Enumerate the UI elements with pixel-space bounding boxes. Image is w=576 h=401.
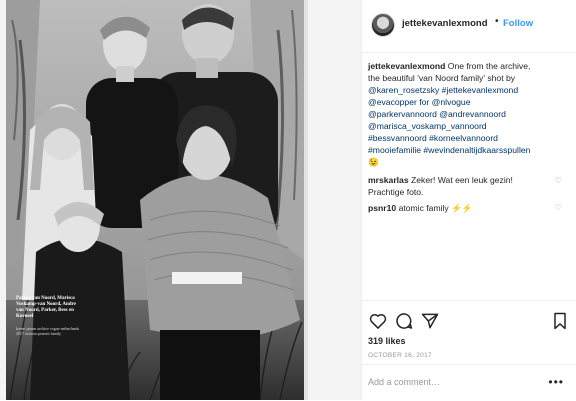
- comment-like-heart-icon[interactable]: ♡: [555, 203, 562, 212]
- author-avatar[interactable]: [371, 13, 395, 37]
- comment-text: Zeker! Wat een leuk gezin!: [408, 175, 513, 185]
- magazine-print-smalltext: lorem ipsum archive vogue netherlands 20…: [16, 326, 80, 336]
- comment-like-heart-icon[interactable]: ♡: [555, 176, 562, 185]
- comment-icon[interactable]: [394, 311, 414, 331]
- comments-list: jettekevanlexmond One from the archive, …: [362, 52, 576, 300]
- more-options-icon[interactable]: •••: [548, 375, 564, 389]
- post-photo[interactable]: Parker van Noord, Marisca Voskamp-van No…: [0, 0, 361, 400]
- caption-line-tags[interactable]: @karen_rosetzsky #jettekevanlexmond: [368, 85, 518, 95]
- caption-line: the beautiful 'van Noord family' shot by: [368, 73, 516, 83]
- comment-item: mrskarlas Zeker! Wat een leuk gezin! Pra…: [368, 174, 558, 198]
- comment-text: Prachtige foto.: [368, 187, 424, 197]
- heart-icon[interactable]: [368, 311, 388, 331]
- magazine-print-caption: Parker van Noord, Marisca Voskamp-van No…: [16, 296, 76, 319]
- likes-count[interactable]: 319 likes: [368, 336, 406, 346]
- magazine-photo-illustration: [0, 0, 361, 400]
- caption-username[interactable]: jettekevanlexmond: [368, 61, 445, 71]
- comment-text: atomic family ⚡⚡: [396, 203, 473, 213]
- author-username[interactable]: jettekevanlexmond: [402, 18, 488, 29]
- add-comment-input[interactable]: [368, 377, 548, 387]
- caption-line-tags[interactable]: @evacopper for @nlvogue: [368, 97, 471, 107]
- post-side-panel: jettekevanlexmond • Follow jettekevanlex…: [362, 0, 576, 400]
- comment-item: psnr10 atomic family ⚡⚡: [368, 202, 558, 214]
- caption-line-tags[interactable]: #bessvannoord #korneelvannoord: [368, 133, 498, 143]
- share-icon[interactable]: [420, 311, 440, 331]
- caption-line: One from the archive,: [445, 61, 531, 71]
- caption-line-tags[interactable]: #mooiefamilie #wevindenaltijdkaarsspulle…: [368, 145, 530, 155]
- comment-username[interactable]: mrskarlas: [368, 175, 409, 185]
- follow-button[interactable]: Follow: [503, 18, 533, 29]
- comment-username[interactable]: psnr10: [368, 203, 396, 213]
- post-date: OCTOBER 16, 2017: [368, 352, 432, 359]
- post-caption: jettekevanlexmond One from the archive, …: [368, 60, 558, 168]
- post-header: jettekevanlexmond • Follow: [362, 0, 576, 53]
- add-comment-bar: •••: [362, 364, 576, 401]
- wink-emoji: 😉: [368, 157, 379, 167]
- caption-line-tags[interactable]: @marisca_voskamp_vannoord: [368, 121, 487, 131]
- bookmark-icon[interactable]: [550, 311, 570, 331]
- caption-line-tags[interactable]: @parkervannoord @andrevannoord: [368, 109, 506, 119]
- separator-dot: •: [495, 16, 499, 27]
